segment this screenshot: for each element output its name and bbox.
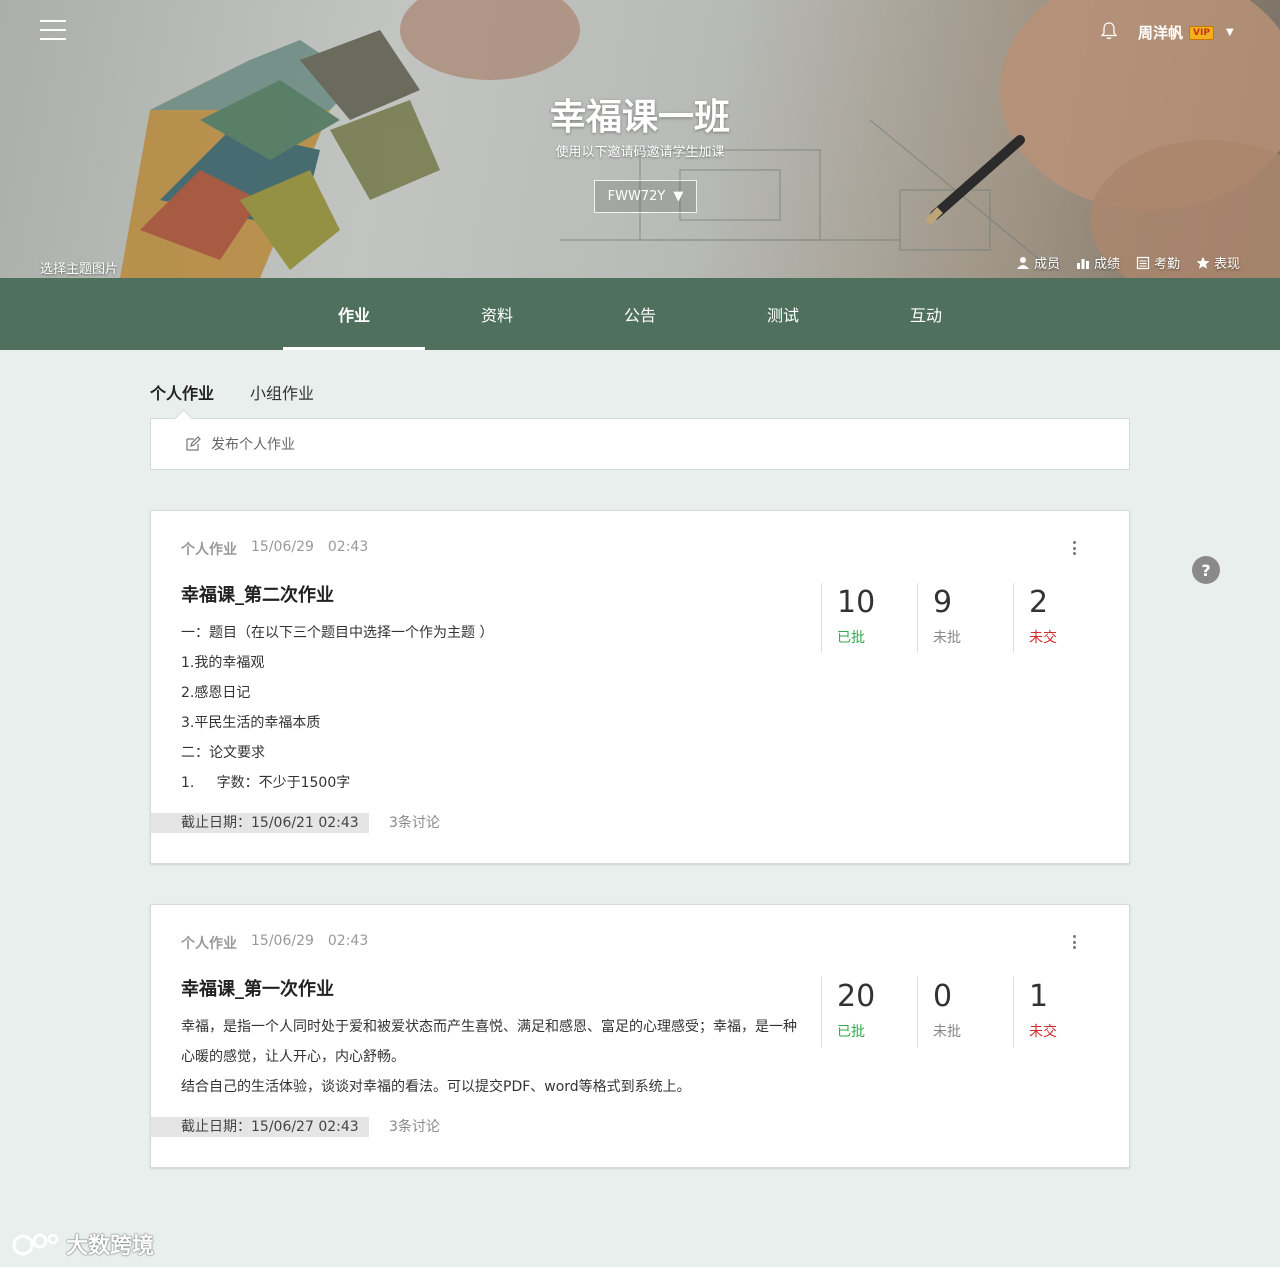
assignment-date: 15/06/29: [251, 539, 314, 555]
ungraded-stat[interactable]: 9 未批: [917, 583, 1013, 653]
calendar-icon: [1136, 256, 1150, 269]
assignment-meta: 个人作业 15/06/29 02:43: [181, 539, 368, 559]
assignment-date: 15/06/29: [251, 933, 314, 949]
attendance-button[interactable]: 考勤: [1136, 253, 1180, 272]
ungraded-label: 未批: [933, 1024, 961, 1040]
assignment-meta: 个人作业 15/06/29 02:43: [181, 933, 368, 953]
assignment-description: 一：题目（在以下三个题目中选择一个作为主题 ） 1.我的幸福观 2.感恩日记 3…: [181, 618, 806, 798]
description-line: 1. 字数：不少于1500字: [181, 775, 351, 791]
grades-button[interactable]: 成绩: [1076, 253, 1120, 272]
ungraded-count: 0: [933, 979, 953, 1014]
missing-stat[interactable]: 2 未交: [1013, 583, 1109, 653]
more-options-icon[interactable]: [1069, 933, 1079, 951]
missing-label: 未交: [1029, 1024, 1057, 1040]
assignment-card: 个人作业 15/06/29 02:43 幸福课_第一次作业 幸福，是指一个人同时…: [150, 904, 1130, 1168]
assignment-type: 个人作业: [181, 542, 237, 558]
description-line: 幸福，是指一个人同时处于爱和被爱状态而产生喜悦、满足和感恩、富足的心理感受；幸福…: [181, 1019, 797, 1065]
performance-label: 表现: [1213, 257, 1240, 272]
invite-code-dropdown[interactable]: FWW72Y ▼: [594, 180, 697, 213]
main-tabs: 作业 资料 公告 测试 互动: [0, 278, 1280, 350]
description-line: 2.感恩日记: [181, 685, 251, 701]
missing-count: 1: [1029, 979, 1049, 1014]
chevron-down-icon: ▼: [1225, 27, 1234, 38]
submission-stats: 20 已批 0 未批 1 未交: [821, 977, 1109, 1047]
user-menu[interactable]: 周洋帆 VIP ▼: [1138, 22, 1234, 43]
grades-label: 成绩: [1093, 257, 1120, 272]
deadline: 截止日期：15/06/21 02:43: [151, 813, 369, 833]
description-line: 一：题目（在以下三个题目中选择一个作为主题 ）: [181, 625, 494, 641]
tab-interaction[interactable]: 互动: [855, 278, 997, 350]
description-line: 3.平民生活的幸福本质: [181, 715, 321, 731]
graded-count: 10: [837, 585, 876, 620]
class-actions: 成员 成绩 考勤 表现: [1016, 253, 1240, 272]
help-icon[interactable]: ?: [1192, 556, 1220, 584]
user-name: 周洋帆: [1138, 24, 1184, 42]
graded-stat[interactable]: 20 已批: [821, 977, 917, 1047]
members-button[interactable]: 成员: [1016, 253, 1060, 272]
choose-theme-link[interactable]: 选择主题图片: [40, 258, 118, 277]
submission-stats: 10 已批 9 未批 2 未交: [821, 583, 1109, 653]
edit-icon: [186, 436, 201, 451]
watermark: 大数跨境: [10, 1228, 154, 1260]
class-title: 幸福课一班: [549, 97, 730, 138]
publish-label: 发布个人作业: [211, 437, 295, 453]
graded-label: 已批: [837, 1024, 865, 1040]
more-options-icon[interactable]: [1069, 539, 1079, 557]
assignment-description: 幸福，是指一个人同时处于爱和被爱状态而产生喜悦、满足和感恩、富足的心理感受；幸福…: [181, 1012, 806, 1102]
assignment-title[interactable]: 幸福课_第一次作业: [181, 975, 334, 1001]
graded-label: 已批: [837, 630, 865, 646]
bar-chart-icon: [1076, 258, 1089, 269]
missing-label: 未交: [1029, 630, 1057, 646]
menu-icon[interactable]: [40, 20, 66, 42]
ungraded-stat[interactable]: 0 未批: [917, 977, 1013, 1047]
assignment-time: 02:43: [327, 539, 369, 555]
missing-stat[interactable]: 1 未交: [1013, 977, 1109, 1047]
deadline: 截止日期：15/06/27 02:43: [151, 1117, 369, 1137]
assignment-type: 个人作业: [181, 936, 237, 952]
watermark-logo-icon: [12, 1233, 59, 1256]
ungraded-label: 未批: [933, 630, 961, 646]
discussion-link[interactable]: 3条讨论: [389, 813, 440, 833]
assignment-card: 个人作业 15/06/29 02:43 幸福课_第二次作业 一：题目（在以下三个…: [150, 510, 1130, 864]
ungraded-count: 9: [933, 585, 953, 620]
performance-button[interactable]: 表现: [1196, 253, 1240, 272]
missing-count: 2: [1029, 585, 1049, 620]
watermark-text: 大数跨境: [66, 1234, 155, 1259]
publish-assignment-button[interactable]: 发布个人作业: [150, 418, 1130, 470]
attendance-label: 考勤: [1153, 257, 1180, 272]
graded-count: 20: [837, 979, 876, 1014]
members-label: 成员: [1033, 257, 1060, 272]
tab-announcements[interactable]: 公告: [569, 278, 711, 350]
person-icon: [1016, 256, 1029, 269]
tab-tests[interactable]: 测试: [712, 278, 854, 350]
subtab-group[interactable]: 小组作业: [250, 380, 314, 404]
assignment-time: 02:43: [327, 933, 369, 949]
tab-homework[interactable]: 作业: [283, 278, 425, 350]
invite-hint: 使用以下邀请码邀请学生加课: [555, 145, 725, 160]
graded-stat[interactable]: 10 已批: [821, 583, 917, 653]
star-icon: [1196, 256, 1210, 269]
invite-code: FWW72Y: [607, 189, 666, 204]
description-line: 二：论文要求: [181, 745, 265, 761]
vip-badge: VIP: [1189, 25, 1214, 40]
caret-down-icon: ▼: [673, 189, 684, 204]
tab-materials[interactable]: 资料: [426, 278, 568, 350]
assignment-title[interactable]: 幸福课_第二次作业: [181, 581, 334, 607]
description-line: 1.我的幸福观: [181, 655, 265, 671]
description-line: 结合自己的生活体验，谈谈对幸福的看法。可以提交PDF、word等格式到系统上。: [181, 1079, 691, 1095]
bell-icon[interactable]: [1100, 21, 1118, 41]
subtab-individual[interactable]: 个人作业: [150, 380, 214, 404]
discussion-link[interactable]: 3条讨论: [389, 1117, 440, 1137]
class-banner: 周洋帆 VIP ▼ 幸福课一班 使用以下邀请码邀请学生加课 FWW72Y ▼ 选…: [0, 0, 1280, 278]
